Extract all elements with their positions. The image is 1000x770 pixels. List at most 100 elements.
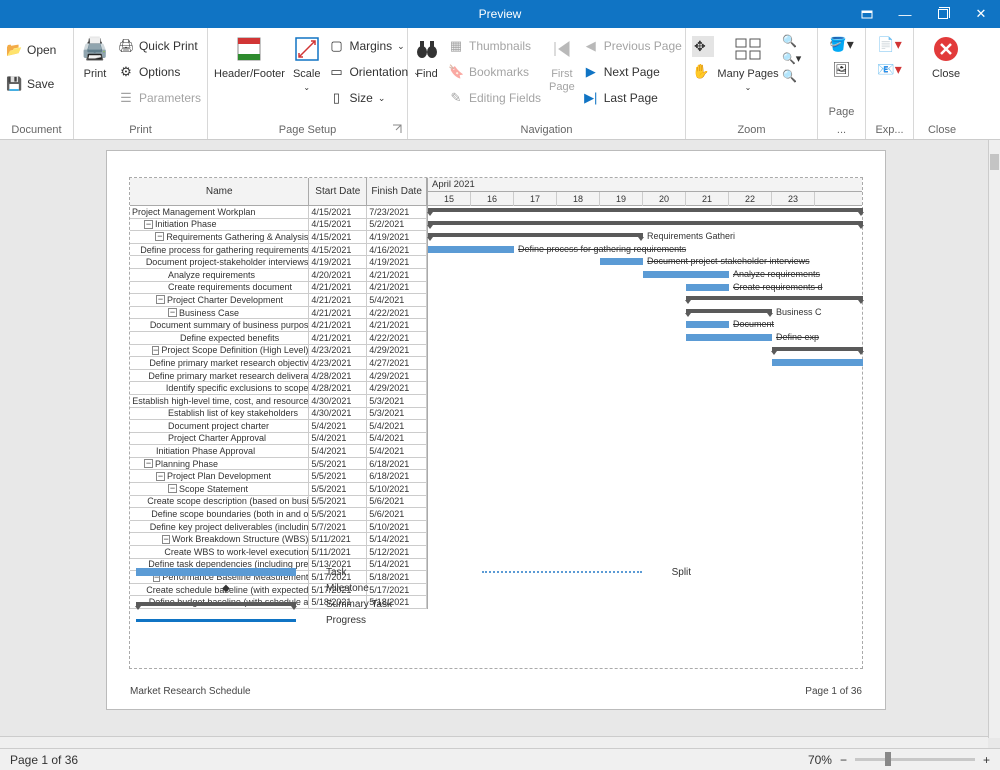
watermark-icon[interactable]: 🖼 <box>833 61 851 78</box>
next-page-button[interactable]: ▶Next Page <box>583 60 682 84</box>
dialog-launcher-icon[interactable] <box>391 123 403 135</box>
open-button[interactable]: 📂Open <box>6 38 67 62</box>
export-mail-icon[interactable]: 📧▾ <box>877 61 901 78</box>
folder-open-icon: 📂 <box>6 42 22 58</box>
gantt-summary-bar <box>772 347 863 351</box>
close-icon[interactable]: ✕ <box>962 0 1000 28</box>
first-page-icon <box>551 32 573 66</box>
gantt-task-bar <box>686 284 729 291</box>
edit-field-icon: ✎ <box>448 90 464 106</box>
gantt-bar-label: Create requirements d <box>733 282 823 292</box>
vertical-scrollbar[interactable] <box>988 140 1000 738</box>
quick-print-icon: 🖨 <box>118 38 134 54</box>
first-page-button[interactable]: First Page <box>549 32 575 94</box>
zoom-plus-icon[interactable]: + <box>983 753 990 767</box>
parameters-button[interactable]: ☰Parameters <box>118 86 201 110</box>
pin-icon[interactable] <box>848 0 886 28</box>
zoom-out-icon[interactable]: 🔍 <box>782 34 802 48</box>
gantt-task-bar <box>686 321 729 328</box>
table-row: Document project-stakeholder interviews4… <box>130 256 427 269</box>
table-row: Identify specific exclusions to scope4/2… <box>130 382 427 395</box>
options-button[interactable]: ⚙Options <box>118 60 201 84</box>
table-row: Define process for gathering requirement… <box>130 244 427 257</box>
pointer-icon[interactable]: ✥ <box>692 36 714 57</box>
table-row: −Initiation Phase4/15/20215/2/2021 <box>130 219 427 232</box>
minimize-icon[interactable]: — <box>886 0 924 28</box>
page-size-icon: ▯ <box>328 90 344 106</box>
chevron-down-icon: ⌄ <box>745 83 752 92</box>
status-page: Page 1 of 36 <box>10 753 78 767</box>
gantt-summary-bar <box>428 233 643 237</box>
zoom-exact-icon[interactable]: 🔍▾ <box>782 52 802 65</box>
size-button[interactable]: ▯Size ⌄ <box>328 86 420 110</box>
scale-button[interactable]: Scale⌄ <box>293 32 321 94</box>
prev-page-icon: ◀ <box>583 38 599 54</box>
group-caption-print: Print <box>80 121 201 139</box>
thumbnails-button[interactable]: ▦Thumbnails <box>448 34 541 58</box>
last-page-icon: ▶| <box>583 90 599 106</box>
gantt-day: 17 <box>514 192 557 206</box>
zoom-in-icon[interactable]: 🔍 <box>782 69 802 83</box>
table-row: Create WBS to work-level execution5/11/2… <box>130 546 427 559</box>
horizontal-scrollbar[interactable] <box>0 736 988 748</box>
table-row: −Scope Statement5/5/20215/10/2021 <box>130 483 427 496</box>
expand-icon: − <box>162 535 170 544</box>
expand-icon: − <box>156 295 165 304</box>
close-button[interactable]: Close <box>920 32 972 81</box>
zoom-minus-icon[interactable]: − <box>840 753 847 767</box>
table-row: −Requirements Gathering & Analysis4/15/2… <box>130 231 427 244</box>
margins-button[interactable]: ▢Margins ⌄ <box>328 34 420 58</box>
close-circle-icon <box>932 32 960 66</box>
quick-print-button[interactable]: 🖨Quick Print <box>118 34 201 58</box>
expand-icon: − <box>168 308 177 317</box>
gear-icon: ⚙ <box>118 64 134 80</box>
gantt-task-bar <box>772 359 863 366</box>
print-button[interactable]: 🖨️ Print <box>80 32 110 81</box>
editing-fields-button[interactable]: ✎Editing Fields <box>448 86 541 110</box>
zoom-slider[interactable] <box>855 758 975 761</box>
gantt-task-bar <box>428 246 514 253</box>
header-footer-button[interactable]: Header/Footer <box>214 32 285 81</box>
chevron-down-icon: ⌄ <box>397 41 405 52</box>
window-title: Preview <box>479 7 522 21</box>
expand-icon: − <box>144 220 153 229</box>
table-row: Document project charter5/4/20215/4/2021 <box>130 420 427 433</box>
hand-icon[interactable]: ✋ <box>692 63 714 80</box>
page-preview: Name Start Date Finish Date Project Mana… <box>106 150 886 710</box>
column-header-start: Start Date <box>309 178 367 205</box>
bookmarks-button[interactable]: 🔖Bookmarks <box>448 60 541 84</box>
save-button[interactable]: 💾Save <box>6 72 67 96</box>
table-row: −Work Breakdown Structure (WBS)5/11/2021… <box>130 533 427 546</box>
header-footer-icon <box>235 32 263 66</box>
gantt-summary-bar <box>686 296 863 300</box>
restore-icon[interactable] <box>924 0 962 28</box>
group-caption-close: Close <box>920 121 964 139</box>
chevron-down-icon: ⌄ <box>303 83 310 92</box>
previous-page-button[interactable]: ◀Previous Page <box>583 34 682 58</box>
table-row: Establish high-level time, cost, and res… <box>130 395 427 408</box>
scale-icon <box>294 32 320 66</box>
table-row: −Business Case4/21/20214/22/2021 <box>130 307 427 320</box>
gantt-summary-bar <box>428 208 863 212</box>
group-caption-page-setup: Page Setup <box>214 121 401 139</box>
orientation-icon: ▭ <box>328 64 344 80</box>
gantt-task-bar <box>686 334 772 341</box>
table-row: Define key project deliverables (includi… <box>130 521 427 534</box>
export-pdf-icon[interactable]: 📄▾ <box>877 36 901 53</box>
gantt-bar-label: Document project-stakeholder interviews <box>647 256 810 266</box>
many-pages-button[interactable]: Many Pages⌄ <box>717 32 779 94</box>
gantt-task-bar <box>643 271 729 278</box>
page-color-icon[interactable]: 🪣▾ <box>829 36 853 53</box>
table-row: −Project Charter Development4/21/20215/4… <box>130 294 427 307</box>
many-pages-icon <box>734 32 762 66</box>
last-page-button[interactable]: ▶|Last Page <box>583 86 682 110</box>
table-row: −Project Scope Definition (High Level)4/… <box>130 345 427 358</box>
gantt-bar-label: Define process for gathering requirement… <box>518 244 686 254</box>
expand-icon: − <box>168 484 177 493</box>
gantt-day: 23 <box>772 192 815 206</box>
table-row: Document summary of business purpos4/21/… <box>130 319 427 332</box>
orientation-button[interactable]: ▭Orientation ⌄ <box>328 60 420 84</box>
table-row: Define primary market research objectiv4… <box>130 357 427 370</box>
printer-icon: 🖨️ <box>81 32 108 66</box>
group-caption-page: Page ... <box>824 103 859 139</box>
